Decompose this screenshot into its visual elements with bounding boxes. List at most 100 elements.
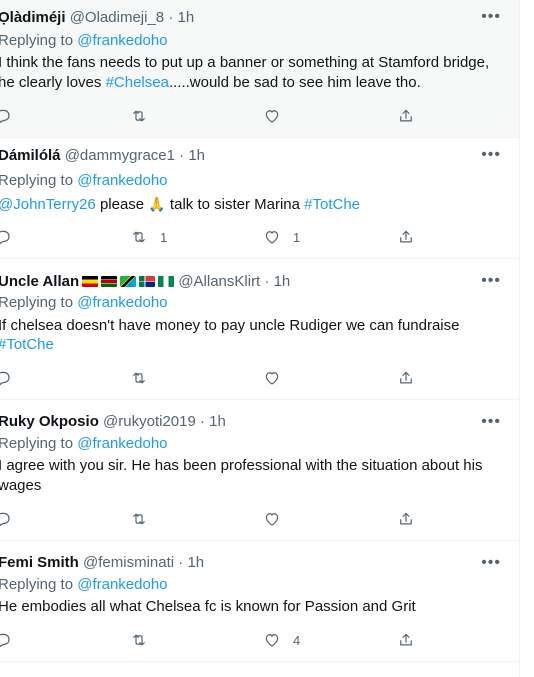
tweet-header: Ọlàdiméji @Oladimeji_8 · 1h (0, 8, 194, 28)
timestamp[interactable]: 1h (187, 554, 204, 571)
hashtag-link[interactable]: #Chelsea (106, 74, 169, 91)
tweet-text-line: If chelsea doesn't have money to pay unc… (0, 317, 460, 334)
timestamp[interactable]: 1h (274, 273, 291, 290)
timestamp[interactable]: 1h (209, 413, 226, 430)
share-button[interactable] (397, 509, 415, 529)
reply-button[interactable] (0, 630, 24, 650)
replying-mention[interactable]: @frankedoho (77, 32, 167, 49)
flag-icon (120, 276, 137, 287)
like-button[interactable]: 4 (263, 630, 300, 650)
tweet-actions: 1 1 (0, 227, 434, 247)
replying-mention[interactable]: @frankedoho (77, 294, 167, 311)
share-button[interactable] (397, 106, 415, 126)
like-button[interactable] (263, 509, 293, 529)
display-name[interactable]: Ọlàdiméji (0, 9, 66, 26)
timestamp[interactable]: 1h (177, 9, 194, 26)
user-handle[interactable]: @rukyoti2019 (103, 413, 196, 430)
user-handle[interactable]: @AllansKlirt (178, 273, 260, 290)
retweet-icon (133, 513, 145, 525)
tweet-header: Ruky Okposio @rukyoti2019 · 1h (0, 412, 226, 432)
tweet-text-line: #TotChe (0, 335, 54, 355)
more-icon[interactable]: ••• (481, 147, 501, 163)
replying-mention[interactable]: @frankedoho (77, 172, 167, 189)
tweet-text-line: he clearly loves #Chelsea.....would be s… (0, 73, 421, 93)
separator-dot: · (168, 9, 174, 26)
replying-label: Replying to (0, 435, 74, 452)
replying-label: Replying to (0, 576, 74, 593)
scrollbar[interactable] (519, 0, 534, 677)
user-handle[interactable]: @femisminati (83, 554, 174, 571)
reply-icon (0, 230, 10, 245)
tweet[interactable]: Ọlàdiméji @Oladimeji_8 · 1h ••• Replying… (0, 0, 519, 138)
like-button[interactable] (263, 106, 293, 126)
reply-button[interactable] (0, 368, 24, 388)
flag-icon (158, 276, 175, 287)
retweet-button[interactable] (130, 106, 160, 126)
tweet[interactable]: Femi Smith @femisminati · 1h ••• Replyin… (0, 541, 519, 662)
tweet-actions (0, 106, 434, 126)
tweet[interactable]: Dámilólá @dammygrace1 · 1h ••• Replying … (0, 138, 519, 259)
mention-link[interactable]: @JohnTerry26 (0, 196, 96, 213)
more-icon[interactable]: ••• (481, 273, 501, 289)
more-icon[interactable]: ••• (481, 9, 501, 25)
replying-to: Replying to @frankedoho (0, 171, 168, 191)
like-icon (265, 231, 279, 244)
tweet[interactable]: Uncle Allan @AllansKlirt · 1h ••• Replyi… (0, 259, 519, 400)
retweet-button[interactable] (130, 509, 160, 529)
reply-icon (0, 633, 10, 648)
like-count: 4 (293, 632, 301, 648)
retweet-count: 1 (160, 229, 168, 245)
like-icon (265, 110, 279, 123)
display-name[interactable]: Uncle Allan (0, 273, 79, 290)
hashtag-link[interactable]: #TotChe (0, 336, 54, 353)
separator-dot: · (178, 554, 184, 571)
share-button[interactable] (397, 368, 415, 388)
more-icon[interactable]: ••• (481, 555, 501, 571)
folded-hands-emoji: 🙏 (148, 196, 166, 212)
display-name[interactable]: Dámilólá (0, 147, 61, 164)
replying-label: Replying to (0, 32, 74, 49)
like-icon (265, 372, 279, 385)
share-button[interactable] (397, 227, 415, 247)
timestamp[interactable]: 1h (188, 147, 205, 164)
tweet-header: Femi Smith @femisminati · 1h (0, 553, 204, 573)
tweet-text-line: wages (0, 477, 42, 494)
flag-icon (101, 276, 118, 287)
retweet-icon (133, 634, 145, 646)
reply-button[interactable] (0, 106, 24, 126)
user-handle[interactable]: @dammygrace1 (65, 147, 175, 164)
hashtag-link[interactable]: #TotChe (304, 196, 360, 213)
share-button[interactable] (397, 630, 415, 650)
replying-to: Replying to @frankedoho (0, 434, 168, 454)
retweet-button[interactable]: 1 (130, 227, 167, 247)
like-button[interactable] (263, 368, 293, 388)
share-icon (400, 109, 412, 122)
reply-icon (0, 512, 10, 527)
user-handle[interactable]: @Oladimeji_8 (70, 9, 164, 26)
tweet[interactable]: Ruky Okposio @rukyoti2019 · 1h ••• Reply… (0, 400, 519, 541)
reply-icon (0, 371, 10, 386)
tweet-text: talk to sister Marina (165, 196, 305, 213)
more-icon[interactable]: ••• (481, 414, 501, 430)
share-icon (400, 512, 412, 525)
replying-mention[interactable]: @frankedoho (77, 576, 167, 593)
separator-dot: · (264, 273, 270, 290)
replying-to: Replying to @frankedoho (0, 293, 168, 313)
retweet-icon (133, 372, 145, 384)
reply-button[interactable] (0, 227, 24, 247)
retweet-icon (133, 231, 145, 243)
retweet-button[interactable] (130, 630, 160, 650)
like-count: 1 (293, 229, 301, 245)
tweet-text-line: He embodies all what Chelsea fc is known… (0, 598, 416, 615)
tweet-text: please (95, 196, 149, 213)
retweet-button[interactable] (130, 368, 160, 388)
replying-mention[interactable]: @frankedoho (77, 435, 167, 452)
share-icon (400, 633, 412, 646)
tweet-text-line: @JohnTerry26 please 🙏 talk to sister Mar… (0, 194, 360, 215)
like-button[interactable]: 1 (263, 227, 300, 247)
tweet-actions: 4 (0, 630, 434, 650)
reply-button[interactable] (0, 509, 24, 529)
display-name[interactable]: Femi Smith (0, 554, 79, 571)
replying-label: Replying to (0, 294, 74, 311)
display-name[interactable]: Ruky Okposio (0, 413, 99, 430)
